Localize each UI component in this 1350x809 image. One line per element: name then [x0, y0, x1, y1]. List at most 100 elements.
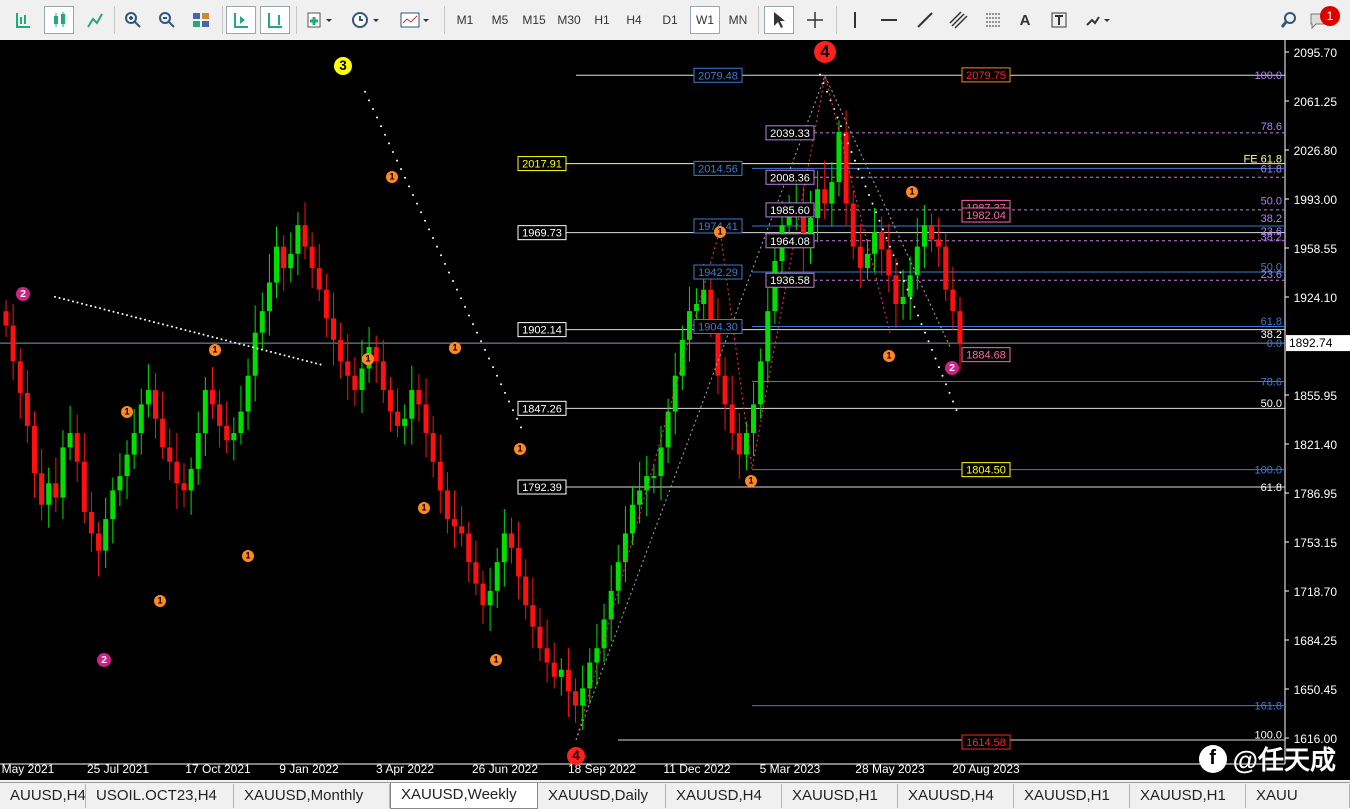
candle-body: [46, 483, 52, 505]
autoscroll-icon[interactable]: [226, 6, 256, 34]
horizontal-line-icon[interactable]: [874, 6, 904, 34]
zoom-in-icon[interactable]: [118, 6, 148, 34]
sar-dot: [516, 417, 518, 420]
sar-dot: [229, 340, 232, 343]
sar-dot: [234, 341, 236, 344]
sar-dot: [861, 176, 863, 179]
tab-5[interactable]: XAUUSD,H4: [666, 784, 782, 808]
candle-body: [359, 368, 365, 391]
candle-body: [96, 533, 102, 551]
sar-dot: [166, 324, 169, 327]
candle-body: [259, 311, 265, 333]
fib-percent-label: 78.6: [1261, 376, 1282, 388]
notification-badge[interactable]: 1: [1320, 6, 1340, 26]
candle-body: [686, 311, 692, 340]
tab-1[interactable]: USOIL.OCT23,H4: [86, 784, 234, 808]
line-chart-icon[interactable]: [80, 6, 110, 34]
tf-M30[interactable]: M30: [554, 6, 584, 34]
tf-H4[interactable]: H4: [620, 6, 648, 34]
tf-M1[interactable]: M1: [452, 6, 478, 34]
tf-H1[interactable]: H1: [588, 6, 616, 34]
tf-MN[interactable]: MN: [724, 6, 752, 34]
candle-body: [281, 246, 287, 269]
sar-dot: [878, 219, 881, 222]
sar-dot: [243, 344, 245, 347]
sar-dot: [315, 362, 317, 365]
search-icon[interactable]: [1276, 6, 1302, 34]
sar-dot: [157, 322, 160, 325]
candle-body: [266, 282, 272, 312]
tab-7[interactable]: XAUUSD,H4: [898, 784, 1014, 808]
templates-icon[interactable]: [394, 6, 436, 34]
price-tick-label: 1753.15: [1294, 536, 1338, 550]
sar-dot: [90, 305, 92, 308]
sar-dot: [408, 185, 410, 188]
tf-M15[interactable]: M15: [518, 6, 550, 34]
tab-4[interactable]: XAUUSD,Daily: [538, 784, 666, 808]
sar-dot: [189, 330, 191, 333]
candle-body: [131, 433, 137, 455]
sar-dot: [319, 363, 322, 366]
sar-dot: [112, 310, 115, 313]
candlestick-icon[interactable]: [44, 6, 74, 34]
sar-dot: [857, 168, 860, 171]
cursor-icon[interactable]: [764, 6, 794, 34]
candle-body: [914, 246, 920, 276]
sar-dot: [512, 409, 514, 412]
equidistant-channel-icon[interactable]: [944, 6, 974, 34]
tf-W1[interactable]: W1: [690, 6, 720, 34]
tab-10[interactable]: XAUU: [1246, 784, 1350, 808]
sar-dot: [476, 331, 478, 334]
candle-body: [658, 447, 664, 477]
bar-chart-icon[interactable]: [8, 6, 38, 34]
new-indicator-icon[interactable]: [302, 6, 340, 34]
chart-canvas[interactable]: 2095.70 2061.25 2026.80 1993.00 1958.55 1924.…: [0, 40, 1350, 780]
candle-body: [124, 454, 130, 477]
watermark: f @任天成: [1198, 740, 1336, 777]
tab-8[interactable]: XAUUSD,H1: [1014, 784, 1130, 808]
price-chart[interactable]: 2095.70 2061.25 2026.80 1993.00 1958.55 1924.…: [0, 40, 1350, 780]
sar-dot: [508, 400, 510, 403]
candle-body: [103, 519, 109, 551]
price-tick-label: 1855.95: [1294, 389, 1338, 403]
candle-body: [153, 390, 159, 419]
tf-M5[interactable]: M5: [486, 6, 514, 34]
sar-dot: [464, 305, 466, 308]
periods-clock-icon[interactable]: [346, 6, 386, 34]
trendline-icon[interactable]: [910, 6, 940, 34]
sar-dot: [955, 409, 958, 412]
sar-dot: [135, 316, 137, 319]
vertical-line-icon[interactable]: [842, 6, 868, 34]
wave-label: 1: [717, 227, 722, 237]
sar-dot: [400, 168, 402, 171]
sar-dot: [238, 342, 241, 345]
zoom-out-icon[interactable]: [152, 6, 182, 34]
fib-box-blue-label: 1904.30: [698, 322, 738, 334]
tab-0[interactable]: AUUSD,H4: [0, 784, 86, 808]
wave-label: 1: [517, 444, 522, 454]
candle-body: [53, 483, 59, 498]
candle-body: [886, 249, 892, 276]
sar-dot: [94, 306, 97, 309]
fib-box-pink-label: 2039.33: [770, 128, 810, 140]
tab-3-active[interactable]: XAUUSD,Weekly: [390, 783, 538, 809]
fibonacci-icon[interactable]: [978, 6, 1008, 34]
tab-2[interactable]: XAUUSD,Monthly: [234, 784, 390, 808]
sar-dot: [456, 288, 458, 291]
fib-percent-label: 50.0: [1261, 196, 1282, 208]
wave-label: 1: [157, 596, 162, 606]
tile-windows-icon[interactable]: [186, 6, 216, 34]
candle-body: [900, 296, 906, 304]
tab-9[interactable]: XAUUSD,H1: [1130, 784, 1246, 808]
tf-D1[interactable]: D1: [656, 6, 684, 34]
chart-shift-icon[interactable]: [260, 6, 290, 34]
price-tick-label: 2026.80: [1294, 144, 1338, 158]
arrows-icon[interactable]: [1080, 6, 1116, 34]
sar-dot: [899, 271, 902, 274]
tab-6[interactable]: XAUUSD,H1: [782, 784, 898, 808]
sar-dot: [384, 133, 386, 136]
text-icon[interactable]: A: [1012, 6, 1038, 34]
crosshair-icon[interactable]: [800, 6, 830, 34]
text-label-icon[interactable]: [1046, 6, 1072, 34]
candle-body: [829, 182, 835, 204]
